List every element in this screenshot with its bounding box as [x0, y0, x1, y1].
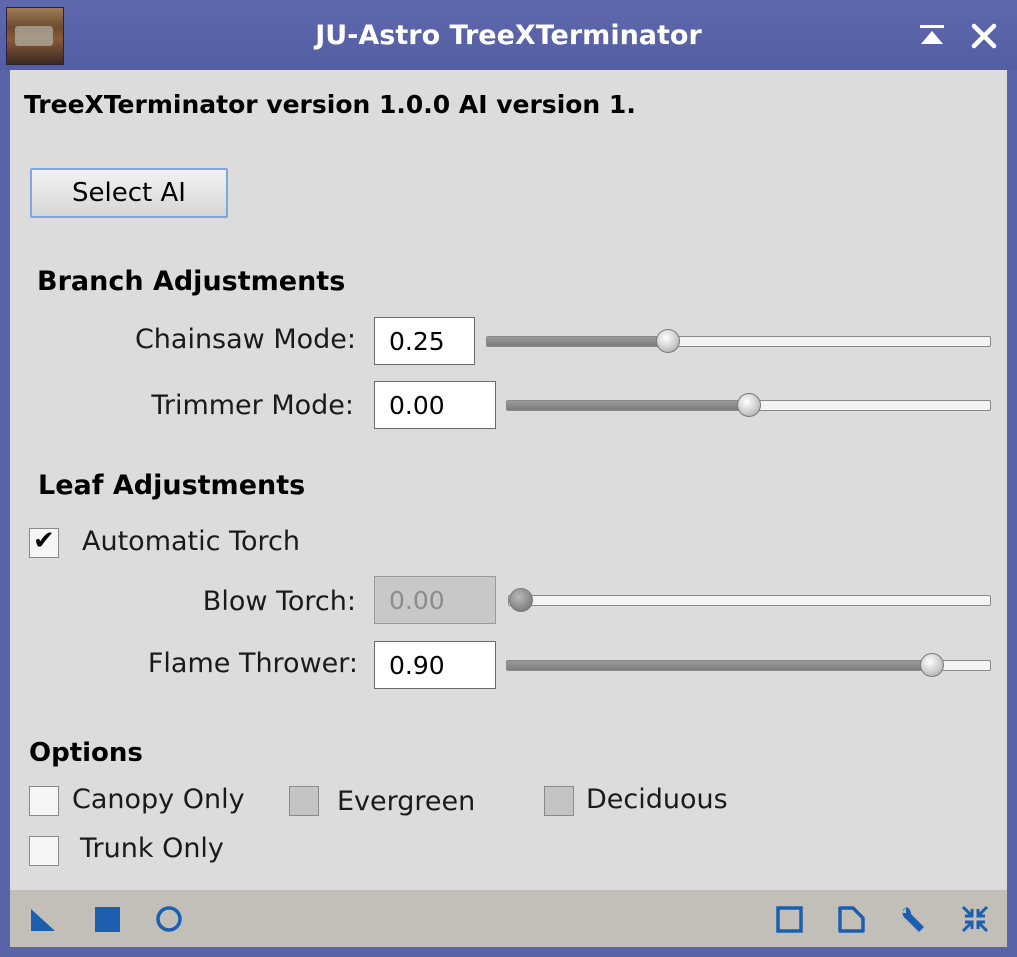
- process-window: JU-Astro TreeXTerminator TreeXTerminator…: [0, 0, 1017, 957]
- trimmer-slider-thumb[interactable]: [736, 393, 761, 417]
- branch-adjustments-heading: Branch Adjustments: [37, 266, 346, 297]
- trimmer-mode-slider[interactable]: [506, 393, 991, 417]
- flame-thrower-slider-fill: [507, 661, 933, 670]
- leaf-adjustments-heading: Leaf Adjustments: [38, 470, 306, 501]
- chainsaw-slider-fill: [487, 337, 669, 346]
- close-icon[interactable]: [968, 20, 1000, 52]
- new-instance-icon[interactable]: [28, 904, 58, 934]
- reset-icon[interactable]: [774, 904, 804, 934]
- preferences-wrench-icon[interactable]: [898, 904, 928, 934]
- blow-torch-slider: [508, 588, 991, 612]
- automatic-torch-label: Automatic Torch: [82, 526, 300, 557]
- chainsaw-slider-thumb[interactable]: [656, 329, 681, 353]
- chainsaw-mode-field[interactable]: 0.25: [374, 317, 475, 365]
- flame-thrower-slider[interactable]: [506, 653, 991, 677]
- window-title: JU-Astro TreeXTerminator: [315, 20, 702, 51]
- blow-torch-field: 0.00: [374, 576, 496, 624]
- chainsaw-mode-label: Chainsaw Mode:: [134, 324, 356, 355]
- chainsaw-mode-slider[interactable]: [486, 329, 991, 353]
- options-heading: Options: [29, 738, 143, 768]
- trimmer-mode-field[interactable]: 0.00: [374, 381, 496, 429]
- deciduous-checkbox[interactable]: [544, 786, 574, 816]
- track-view-icon[interactable]: [960, 904, 990, 934]
- trimmer-slider-fill: [507, 401, 749, 410]
- deciduous-label: Deciduous: [586, 784, 728, 815]
- flame-thrower-slider-thumb[interactable]: [920, 653, 945, 677]
- flame-thrower-field[interactable]: 0.90: [374, 641, 496, 689]
- trunk-only-label: Trunk Only: [80, 833, 224, 864]
- canopy-only-checkbox[interactable]: [29, 786, 59, 816]
- browse-documentation-icon[interactable]: [836, 904, 866, 934]
- apply-square-icon[interactable]: [92, 904, 122, 934]
- trimmer-mode-label: Trimmer Mode:: [151, 390, 354, 421]
- flame-thrower-label: Flame Thrower:: [147, 648, 358, 679]
- version-text: TreeXTerminator version 1.0.0 AI version…: [24, 90, 636, 119]
- shade-icon[interactable]: [916, 20, 948, 52]
- blow-torch-label: Blow Torch:: [202, 586, 356, 617]
- apply-global-circle-icon[interactable]: [154, 904, 184, 934]
- select-ai-button[interactable]: Select AI: [30, 168, 228, 218]
- dialog-content: TreeXTerminator version 1.0.0 AI version…: [10, 70, 1007, 890]
- canopy-only-label: Canopy Only: [72, 784, 245, 815]
- title-bar[interactable]: JU-Astro TreeXTerminator: [0, 0, 1017, 70]
- automatic-torch-checkbox[interactable]: [29, 526, 59, 558]
- evergreen-checkbox[interactable]: [289, 786, 319, 816]
- bottom-toolbar: [10, 890, 1007, 947]
- trunk-only-checkbox[interactable]: [29, 836, 59, 866]
- evergreen-label: Evergreen: [337, 786, 476, 817]
- blow-torch-slider-thumb: [509, 588, 534, 612]
